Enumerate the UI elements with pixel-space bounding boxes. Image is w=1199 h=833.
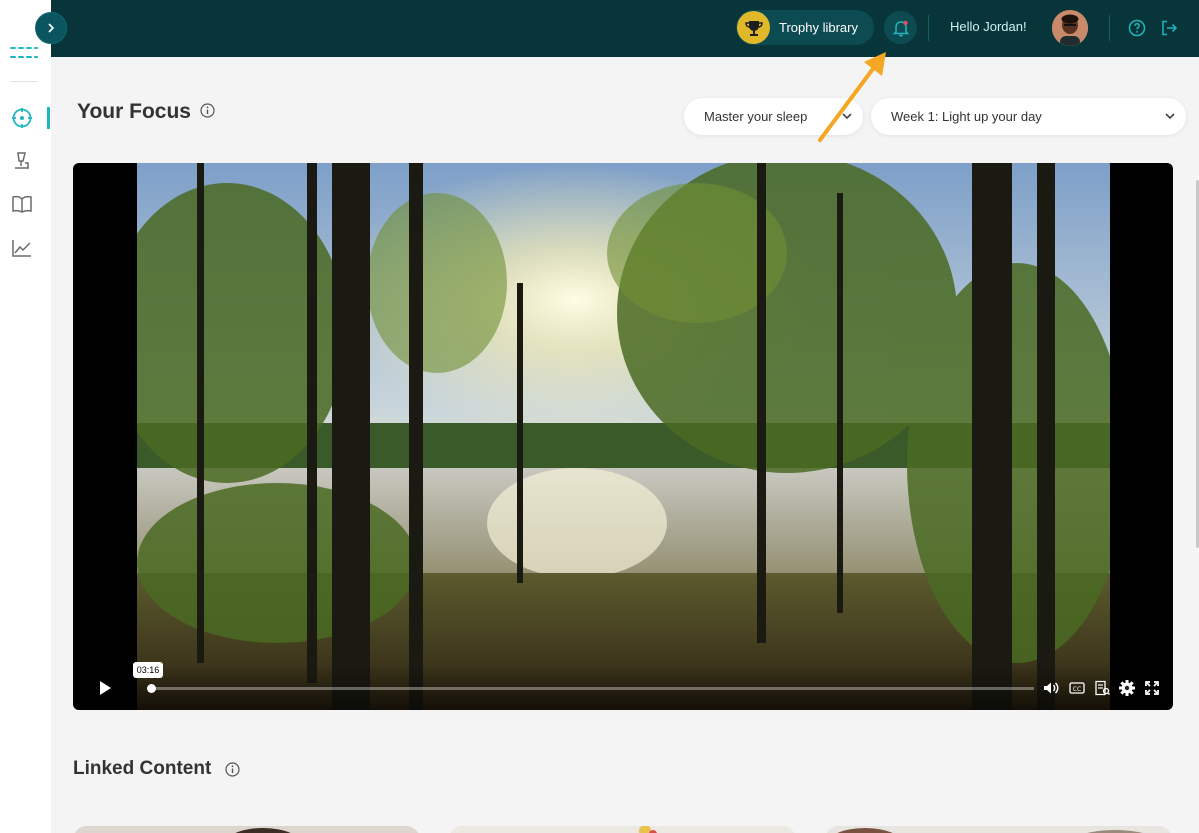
- book-icon: [12, 195, 32, 213]
- lamp-icon: [15, 152, 29, 169]
- top-header: Trophy library Hello Jordan!: [51, 0, 1199, 57]
- play-icon: [100, 681, 111, 695]
- video-progress-bar[interactable]: [147, 684, 1034, 693]
- active-indicator: [47, 107, 50, 129]
- linked-content-title: Linked Content: [73, 758, 212, 779]
- chart-icon: [12, 240, 31, 257]
- sidebar: [0, 0, 51, 833]
- video-player[interactable]: 03:16 CC: [73, 163, 1173, 710]
- trophy-library-button[interactable]: Trophy library: [736, 10, 874, 45]
- volume-button[interactable]: [1042, 679, 1060, 697]
- chevron-down-icon: [1165, 113, 1175, 120]
- chevron-right-icon: [48, 23, 55, 33]
- video-frame: [137, 163, 1110, 710]
- trophy-icon: [737, 11, 770, 44]
- progress-knob[interactable]: [147, 684, 156, 693]
- transcript-icon: [1095, 680, 1110, 696]
- bell-icon: [892, 20, 909, 36]
- captions-button[interactable]: CC: [1068, 679, 1086, 697]
- info-icon[interactable]: [200, 103, 215, 123]
- sidebar-item-focus[interactable]: [10, 106, 34, 130]
- linked-content-card[interactable]: [73, 826, 420, 833]
- svg-text:CC: CC: [1073, 686, 1081, 693]
- settings-button[interactable]: [1118, 679, 1136, 697]
- header-divider: [1109, 15, 1110, 41]
- fullscreen-button[interactable]: [1143, 679, 1161, 697]
- linked-content-card[interactable]: [825, 826, 1172, 833]
- program-select-value: Master your sleep: [704, 109, 808, 124]
- sidebar-item-lamp[interactable]: [10, 149, 34, 173]
- logout-icon[interactable]: [1159, 18, 1179, 38]
- header-divider: [928, 15, 929, 41]
- play-button[interactable]: [97, 679, 113, 697]
- trophy-library-label: Trophy library: [779, 20, 858, 35]
- chevron-down-icon: [842, 113, 852, 120]
- brand-logo-icon[interactable]: [9, 44, 39, 60]
- info-icon[interactable]: [225, 762, 240, 782]
- week-select[interactable]: Week 1: Light up your day: [871, 98, 1186, 135]
- transcript-button[interactable]: [1093, 679, 1111, 697]
- sidebar-divider: [10, 81, 38, 82]
- linked-content-card[interactable]: [449, 826, 796, 833]
- greeting-text: Hello Jordan!: [950, 19, 1027, 34]
- volume-icon: [1044, 682, 1059, 694]
- settings-icon: [1119, 680, 1135, 696]
- week-select-value: Week 1: Light up your day: [891, 109, 1042, 124]
- sidebar-toggle-button[interactable]: [35, 12, 67, 44]
- page-title: Your Focus: [77, 100, 191, 123]
- program-select[interactable]: Master your sleep: [684, 98, 863, 135]
- help-icon[interactable]: [1127, 18, 1147, 38]
- sidebar-item-progress[interactable]: [10, 236, 34, 260]
- avatar[interactable]: [1052, 10, 1088, 46]
- notification-button[interactable]: [884, 11, 917, 44]
- time-tooltip: 03:16: [133, 662, 163, 678]
- sidebar-item-library[interactable]: [10, 192, 34, 216]
- target-icon: [12, 108, 32, 128]
- fullscreen-icon: [1145, 681, 1159, 695]
- captions-icon: CC: [1069, 682, 1085, 694]
